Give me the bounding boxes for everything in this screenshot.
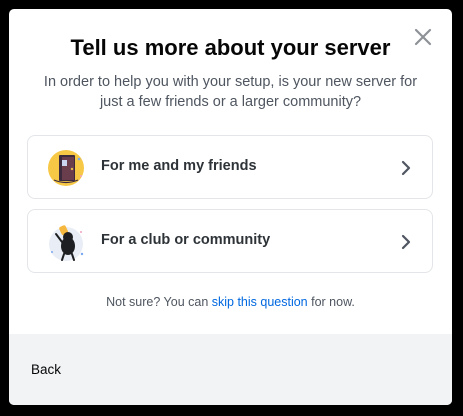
modal-footer: Back (9, 334, 452, 405)
modal-subtitle: In order to help you with your setup, is… (43, 74, 418, 110)
skip-hint: Not sure? You can skip this question for… (9, 295, 452, 309)
back-button[interactable]: Back (31, 362, 61, 377)
option-friends[interactable]: For me and my friends (27, 135, 433, 199)
chevron-right-icon (401, 234, 411, 250)
option-club-label: For a club or community (101, 232, 271, 248)
skip-hint-prefix: Not sure? You can (106, 295, 212, 309)
modal-title: Tell us more about your server (70, 35, 391, 60)
create-server-modal: Tell us more about your server In order … (9, 9, 452, 405)
option-friends-label: For me and my friends (101, 158, 257, 174)
skip-question-link[interactable]: skip this question (212, 295, 308, 309)
friends-door-illustration (46, 148, 86, 188)
chevron-right-icon (401, 160, 411, 176)
skip-hint-suffix: for now. (307, 295, 355, 309)
option-club-community[interactable]: For a club or community (27, 209, 433, 273)
club-community-illustration (46, 222, 86, 262)
